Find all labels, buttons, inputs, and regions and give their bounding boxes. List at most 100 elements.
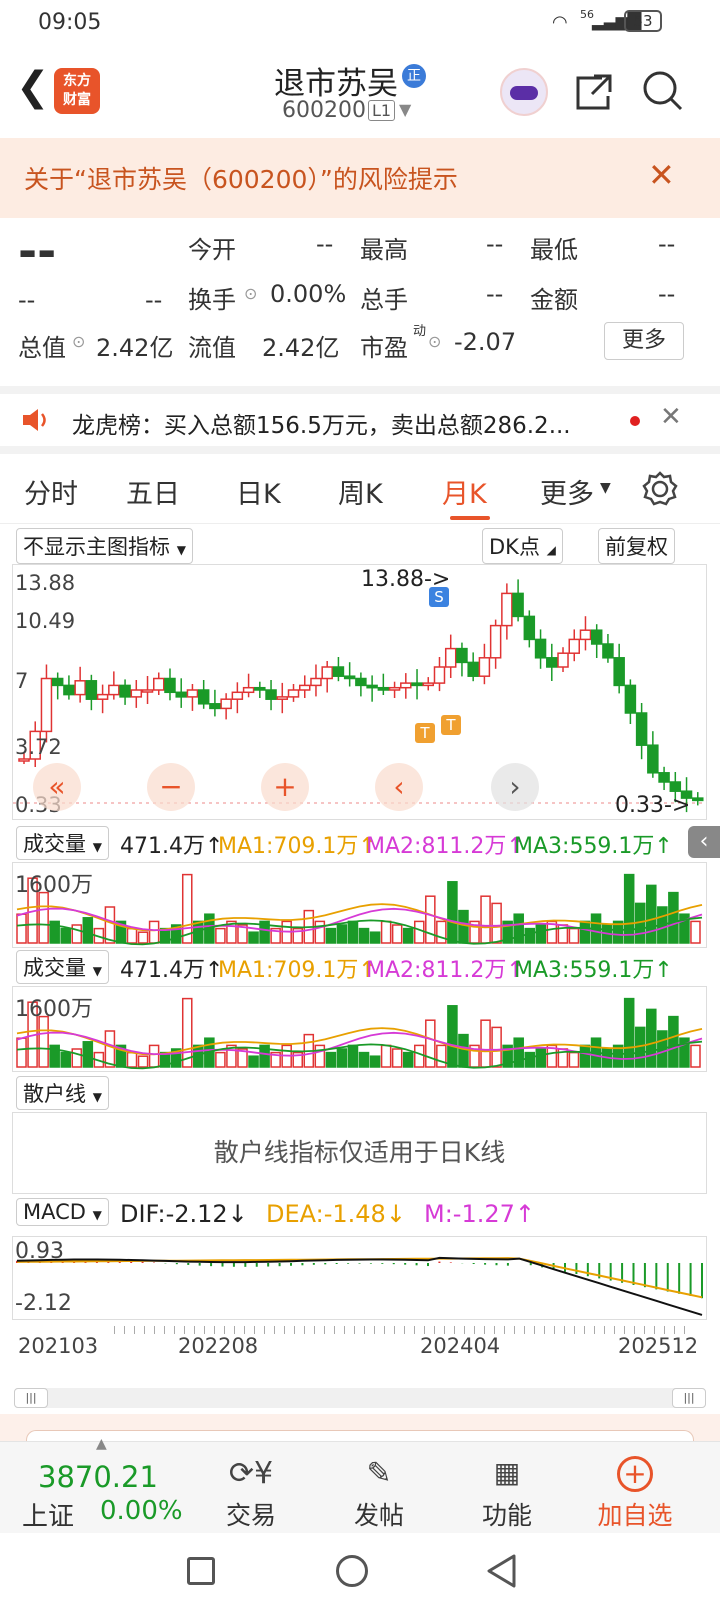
search-icon[interactable] bbox=[640, 68, 684, 114]
indicator-select[interactable]: 不显示主图指标 ▼ bbox=[16, 528, 193, 564]
t-marker-icon[interactable]: T bbox=[415, 723, 435, 743]
risk-alert-banner[interactable]: 关于“退市苏吴（600200）”的风险提示 ✕ bbox=[0, 138, 720, 218]
slider-right-handle[interactable]: ||| bbox=[672, 1388, 706, 1408]
ma1-value: MA1:709.1万↑ bbox=[218, 958, 377, 983]
info-icon[interactable]: ⊙ bbox=[428, 332, 441, 351]
risk-alert-text[interactable]: 关于“退市苏吴（600200）”的风险提示 bbox=[24, 160, 458, 196]
date-axis: 202103 202208 202404 202512 bbox=[0, 1322, 720, 1362]
tab-intraday[interactable]: 分时 bbox=[24, 472, 78, 511]
robot-assistant-icon[interactable] bbox=[500, 68, 548, 116]
ma3-value: MA3:559.1万↑ bbox=[514, 958, 673, 983]
volume-select-1[interactable]: 成交量 ▼ bbox=[16, 826, 109, 860]
unread-dot bbox=[630, 416, 640, 426]
t-marker-icon[interactable]: T bbox=[441, 715, 461, 735]
kline-chart[interactable]: 13.88 10.49 7 3.72 0.33 13.88-> 0.33-> S… bbox=[12, 564, 707, 820]
volume-select-2[interactable]: 成交量 ▼ bbox=[16, 950, 109, 984]
volume-bar bbox=[60, 927, 71, 944]
volume-bar bbox=[391, 1048, 403, 1068]
gear-icon[interactable] bbox=[641, 470, 679, 508]
volume-bar bbox=[623, 873, 635, 944]
volume-bar bbox=[336, 1048, 348, 1068]
zoom-out-icon[interactable]: − bbox=[147, 763, 195, 811]
index-change: 0.00% bbox=[100, 1496, 183, 1526]
add-watchlist-button[interactable]: + 加自选 bbox=[590, 1456, 680, 1532]
volume-bar bbox=[336, 924, 348, 944]
fast-backward-icon[interactable]: « bbox=[33, 763, 81, 811]
candle-body bbox=[624, 684, 637, 714]
macd-chart[interactable]: 0.93 -2.12 bbox=[12, 1236, 707, 1320]
expand-up-icon[interactable]: ▲ bbox=[96, 1436, 107, 1452]
index-widget[interactable]: ▲ 3870.21 上证 0.00% bbox=[14, 1436, 184, 1534]
trade-button[interactable]: ⟳¥ 交易 bbox=[206, 1456, 296, 1532]
volume-legend-2: 成交量 ▼ 471.4万↑ MA1:709.1万↑ MA2:811.2万↑ MA… bbox=[0, 950, 720, 984]
volume-bar bbox=[104, 1030, 116, 1068]
volume-bar bbox=[436, 1044, 447, 1068]
volume-chart-2[interactable]: 1600万 bbox=[12, 986, 707, 1072]
info-icon[interactable]: ⊙ bbox=[244, 284, 257, 303]
candle-body bbox=[579, 629, 592, 641]
collapse-icon[interactable]: ‹ bbox=[688, 826, 720, 858]
tab-monthly[interactable]: 月K bbox=[442, 472, 487, 511]
peek-panel bbox=[0, 1414, 720, 1441]
volume-bar bbox=[347, 1044, 359, 1068]
volume-bar bbox=[314, 1044, 326, 1068]
sell-marker-icon[interactable]: S bbox=[429, 587, 449, 607]
announcement-text[interactable]: 龙虎榜：买入总额156.5万元，卖出总额286.2... bbox=[72, 406, 571, 440]
next-icon[interactable]: › bbox=[491, 763, 539, 811]
pe-sup: 动 bbox=[413, 324, 427, 339]
candle-body bbox=[63, 684, 75, 696]
volume-bar bbox=[402, 927, 414, 944]
volume-value: 471.4万↑ bbox=[120, 958, 224, 983]
volume-bar bbox=[60, 1051, 71, 1068]
recent-apps-icon[interactable] bbox=[187, 1557, 215, 1585]
volume-bar bbox=[215, 1051, 226, 1068]
adjust-select[interactable]: 前复权 bbox=[598, 528, 675, 564]
dif-value: DIF:-2.12↓ bbox=[120, 1200, 248, 1228]
function-button[interactable]: ▦ 功能 bbox=[462, 1456, 552, 1532]
mcap-value: 2.42亿 bbox=[96, 334, 174, 362]
volume-bar bbox=[82, 1041, 94, 1068]
info-icon[interactable]: ⊙ bbox=[72, 332, 85, 351]
close-icon[interactable]: ✕ bbox=[648, 156, 675, 194]
back-triangle-icon[interactable] bbox=[484, 1553, 518, 1589]
volume-bar bbox=[402, 1051, 414, 1068]
share-icon[interactable] bbox=[572, 70, 616, 114]
volume-bar bbox=[71, 1048, 83, 1068]
high-label: 最高 bbox=[360, 236, 408, 264]
app-logo[interactable]: 东方 财富 bbox=[54, 68, 100, 114]
date-label-1: 202103 bbox=[18, 1334, 99, 1358]
volume-bar bbox=[126, 927, 138, 944]
code-dropdown-icon[interactable]: ▼ bbox=[399, 100, 411, 119]
post-button[interactable]: ✎ 发帖 bbox=[334, 1456, 424, 1532]
tab-weekly[interactable]: 周K bbox=[338, 472, 383, 511]
candle-body bbox=[534, 638, 547, 659]
close-icon[interactable]: ✕ bbox=[660, 402, 682, 432]
volume-bar bbox=[16, 1037, 27, 1068]
candle-body bbox=[546, 657, 558, 668]
announcement-bar[interactable]: 龙虎榜：买入总额156.5万元，卖出总额286.2... ✕ bbox=[0, 386, 720, 454]
macd-select[interactable]: MACD ▼ bbox=[16, 1198, 109, 1226]
tab-five-day[interactable]: 五日 bbox=[126, 472, 180, 511]
tab-more[interactable]: 更多 bbox=[540, 472, 594, 511]
candle-body bbox=[242, 686, 255, 694]
candle-body bbox=[467, 661, 479, 677]
volume-chart-1[interactable]: 1600万 bbox=[12, 862, 707, 948]
speaker-icon bbox=[23, 409, 46, 431]
more-button[interactable]: 更多 bbox=[604, 322, 684, 360]
slider-left-handle[interactable]: ||| bbox=[14, 1388, 48, 1408]
chevron-down-icon[interactable]: ▼ bbox=[600, 480, 611, 496]
tab-daily[interactable]: 日K bbox=[236, 472, 281, 511]
prev-icon[interactable]: ‹ bbox=[375, 763, 423, 811]
chevron-down-icon: ▼ bbox=[92, 1208, 102, 1222]
retail-line-select[interactable]: 散户线 ▼ bbox=[16, 1076, 109, 1110]
range-slider[interactable]: ||| ||| bbox=[14, 1388, 706, 1408]
zoom-in-icon[interactable]: + bbox=[261, 763, 309, 811]
level-badge[interactable]: L1 bbox=[368, 100, 396, 121]
back-icon[interactable]: ❮ bbox=[16, 64, 50, 110]
home-icon[interactable] bbox=[336, 1555, 368, 1587]
candle-body bbox=[197, 689, 210, 705]
candle-body bbox=[298, 684, 311, 691]
volume-bar bbox=[369, 931, 381, 944]
dk-point-select[interactable]: DK点 ◢ bbox=[482, 528, 563, 564]
wifi-icon: ◠ bbox=[552, 12, 568, 33]
